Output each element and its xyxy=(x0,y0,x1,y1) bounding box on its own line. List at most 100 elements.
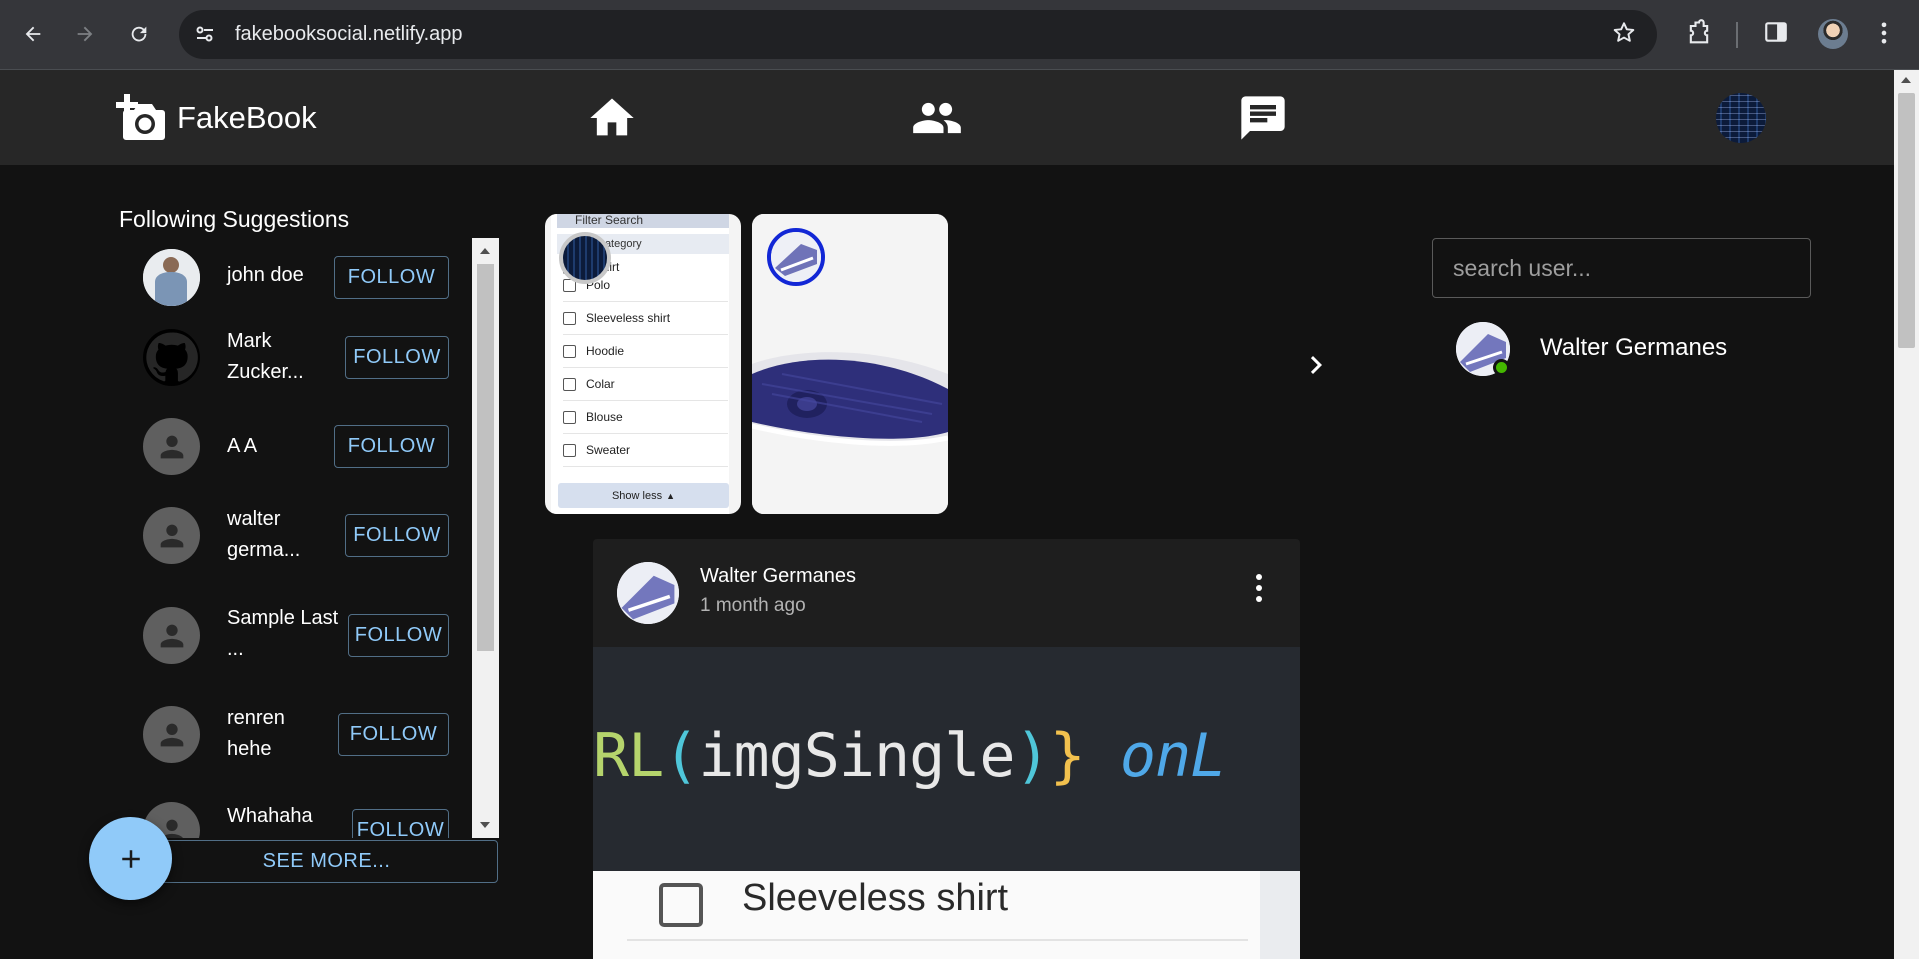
story-avatar xyxy=(767,228,825,286)
person-icon[interactable] xyxy=(143,706,200,763)
avatar[interactable] xyxy=(143,249,200,306)
avatar[interactable] xyxy=(617,562,679,624)
list-item: john doe FOLLOW xyxy=(119,238,474,318)
checkbox xyxy=(563,410,576,424)
suggestion-name[interactable]: Mark Zucker... xyxy=(227,326,327,388)
extensions-icon[interactable] xyxy=(1685,19,1715,49)
image-option-label: Sleeveless shirt xyxy=(742,877,1009,919)
option-label: Blouse xyxy=(586,410,623,424)
checkbox xyxy=(563,311,576,325)
page-scrollbar[interactable] xyxy=(1894,70,1919,959)
follow-button[interactable]: FOLLOW xyxy=(334,256,449,299)
follow-button[interactable]: FOLLOW xyxy=(345,514,449,557)
list-item: A A FOLLOW xyxy=(119,407,474,487)
code-token: onL xyxy=(1119,721,1226,791)
post-timestamp: 1 month ago xyxy=(700,595,806,616)
list-item: Whahaha FOLLOW xyxy=(119,791,474,838)
scroll-up-arrow-icon[interactable] xyxy=(480,248,490,254)
site-settings-icon[interactable] xyxy=(193,22,217,46)
story-card[interactable]: Filter Search Category T-shirt Polo Slee… xyxy=(545,214,741,514)
online-user-name[interactable]: Walter Germanes xyxy=(1540,334,1727,362)
suggestions-scrollbar[interactable] xyxy=(472,238,499,838)
caret-up-icon: ▲ xyxy=(666,490,676,501)
list-item: Mark Zucker... FOLLOW xyxy=(119,318,474,398)
list-item: Sample Last ... FOLLOW xyxy=(119,596,474,676)
profile-avatar[interactable] xyxy=(1818,19,1848,49)
chat-icon[interactable] xyxy=(1235,92,1291,144)
option-label: Sweater xyxy=(586,443,631,457)
scrollbar-thumb[interactable] xyxy=(477,264,494,651)
browser-toolbar: fakebooksocial.netlify.app xyxy=(0,0,1919,70)
option-label: Sleeveless shirt xyxy=(586,311,671,325)
add-post-button[interactable] xyxy=(89,817,172,900)
scroll-up-arrow-icon[interactable] xyxy=(1901,77,1911,83)
forward-arrow-icon[interactable] xyxy=(68,17,102,51)
option-row: Hoodie xyxy=(563,335,728,368)
option-label: Hoodie xyxy=(586,344,625,358)
code-token: ( xyxy=(663,721,699,791)
search-user-input[interactable] xyxy=(1432,238,1811,298)
bookmark-star-icon[interactable] xyxy=(1611,20,1637,53)
follow-button[interactable]: FOLLOW xyxy=(334,425,449,468)
person-icon[interactable] xyxy=(143,607,200,664)
add-camera-icon[interactable] xyxy=(112,92,166,142)
filter-header-label: Filter Search xyxy=(575,214,644,227)
person-icon[interactable] xyxy=(143,418,200,475)
scrollbar-thumb[interactable] xyxy=(1898,93,1915,348)
list-item: walter germa... FOLLOW xyxy=(119,496,474,576)
checkbox xyxy=(659,883,703,927)
plus-icon xyxy=(121,849,140,868)
chevron-right-icon[interactable] xyxy=(1298,345,1334,385)
scroll-down-arrow-icon[interactable] xyxy=(480,822,490,828)
online-status-indicator xyxy=(1493,359,1510,376)
suggestions-title: Following Suggestions xyxy=(119,206,350,232)
filter-header: Filter Search xyxy=(557,214,729,228)
suggestion-name[interactable]: Whahaha xyxy=(227,801,327,832)
back-arrow-icon[interactable] xyxy=(16,17,50,51)
github-icon[interactable] xyxy=(143,329,200,386)
code-text: RL(imgSingle)} onL xyxy=(593,721,1226,791)
checkbox xyxy=(563,344,576,358)
follow-button[interactable]: FOLLOW xyxy=(348,614,449,657)
people-icon[interactable] xyxy=(909,92,965,144)
checkbox xyxy=(563,377,576,391)
follow-button[interactable]: FOLLOW xyxy=(345,336,449,379)
app-logo-text[interactable]: FakeBook xyxy=(177,100,317,136)
user-avatar[interactable] xyxy=(1716,93,1766,143)
home-icon[interactable] xyxy=(584,92,640,144)
post-card: Walter Germanes 1 month ago RL(imgSingle… xyxy=(593,539,1300,959)
option-row: Blouse xyxy=(563,401,728,434)
url-text[interactable]: fakebooksocial.netlify.app xyxy=(235,23,463,46)
see-more-button[interactable]: SEE MORE... xyxy=(155,840,498,883)
suggestion-name[interactable]: walter germa... xyxy=(227,504,327,566)
toolbar-separator xyxy=(1736,22,1738,48)
person-icon[interactable] xyxy=(143,507,200,564)
option-row: Sleeveless shirt xyxy=(563,302,728,335)
checkbox xyxy=(563,443,576,457)
story-card[interactable] xyxy=(752,214,948,514)
app-header: FakeBook xyxy=(0,70,1894,165)
address-bar[interactable]: fakebooksocial.netlify.app xyxy=(179,10,1657,59)
show-less-label: Show less xyxy=(611,489,663,502)
show-less-button: Show less ▲ xyxy=(558,483,729,508)
option-row: Sweater xyxy=(563,434,728,467)
suggestion-name[interactable]: Sample Last ... xyxy=(227,603,347,665)
side-panel-icon[interactable] xyxy=(1763,19,1793,49)
post-author[interactable]: Walter Germanes xyxy=(700,565,856,588)
code-token: ) xyxy=(1014,721,1050,791)
follow-button[interactable]: FOLLOW xyxy=(352,809,449,838)
code-token: RL xyxy=(593,721,664,791)
list-item: renren hehe FOLLOW xyxy=(119,695,474,775)
option-label: Colar xyxy=(586,377,615,391)
kebab-menu-icon[interactable] xyxy=(1870,19,1900,49)
code-token: } xyxy=(1049,721,1086,791)
post-image[interactable]: RL(imgSingle)} onL xyxy=(593,647,1300,871)
image-edge xyxy=(1260,871,1300,959)
follow-button[interactable]: FOLLOW xyxy=(338,713,449,756)
reload-icon[interactable] xyxy=(122,17,156,51)
option-row: Colar xyxy=(563,368,728,401)
suggestion-name[interactable]: renren hehe xyxy=(227,703,307,765)
more-vert-icon[interactable] xyxy=(1254,573,1264,603)
divider xyxy=(627,939,1248,941)
